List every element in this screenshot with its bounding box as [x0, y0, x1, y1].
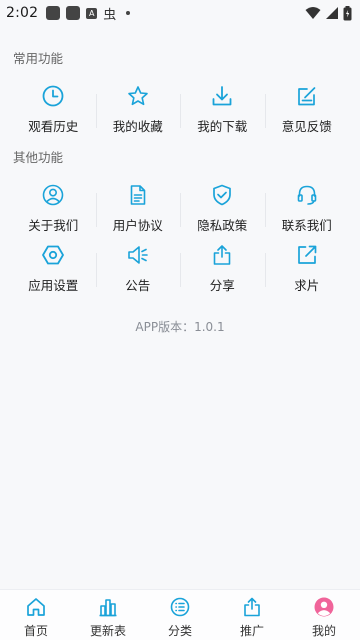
app-notification-icon — [46, 6, 61, 20]
font-notification-icon: A — [86, 7, 98, 19]
notification-icons: A 虫 — [46, 4, 131, 23]
menu-item-label: 应用设置 — [28, 278, 79, 293]
download-icon — [210, 84, 234, 108]
tab-home[interactable]: 首页 — [0, 590, 72, 640]
status-bar: 2:02 A 虫 — [0, 0, 360, 26]
menu-item-downloads[interactable]: 我的下载 — [180, 82, 265, 144]
menu-item-about-us[interactable]: 关于我们 — [11, 181, 96, 243]
menu-item-label: 用户协议 — [112, 218, 163, 233]
tab-label: 我的 — [311, 624, 336, 638]
menu-item-privacy-policy[interactable]: 隐私政策 — [180, 181, 265, 243]
other-functions-row-1: 关于我们 用户协议 隐私政策 联系我们 — [11, 181, 349, 243]
document-icon — [126, 183, 150, 207]
menu-item-request-movie[interactable]: 求片 — [264, 241, 350, 303]
tab-mine[interactable]: 我的 — [288, 590, 360, 640]
menu-item-user-agreement[interactable]: 用户协议 — [95, 181, 181, 243]
menu-item-label: 我的下载 — [197, 119, 248, 134]
menu-item-feedback[interactable]: 意见反馈 — [264, 82, 350, 144]
chart-icon — [97, 596, 119, 618]
menu-item-label: 观看历史 — [28, 119, 79, 134]
wifi-icon — [305, 7, 321, 19]
hexagon-settings-icon — [41, 243, 65, 267]
bottom-tab-bar: 首页 更新表 分类 推广 我的 — [0, 589, 360, 640]
tab-category[interactable]: 分类 — [144, 590, 216, 640]
menu-item-label: 联系我们 — [281, 218, 332, 233]
shield-check-icon — [210, 183, 234, 207]
share-up-icon — [241, 596, 263, 618]
tab-label: 分类 — [167, 624, 192, 638]
battery-icon — [343, 5, 352, 20]
external-link-icon — [295, 243, 319, 267]
menu-item-label: 关于我们 — [28, 218, 79, 233]
app-notification-icon — [66, 6, 81, 20]
menu-item-label: 分享 — [209, 278, 235, 293]
more-notifications-dot — [126, 11, 131, 15]
tab-label: 更新表 — [89, 624, 126, 638]
speaker-icon — [126, 243, 150, 267]
menu-item-watch-history[interactable]: 观看历史 — [11, 82, 96, 144]
avatar-icon — [313, 596, 335, 618]
common-functions-row: 观看历史 我的收藏 我的下载 意见反馈 — [11, 82, 349, 144]
menu-item-announcement[interactable]: 公告 — [95, 241, 181, 303]
tab-label: 推广 — [239, 624, 264, 638]
share-icon — [210, 243, 234, 267]
menu-item-contact-us[interactable]: 联系我们 — [264, 181, 350, 243]
star-icon — [126, 84, 150, 108]
menu-item-favorites[interactable]: 我的收藏 — [95, 82, 181, 144]
edit-icon — [295, 84, 319, 108]
status-time: 2:02 — [6, 5, 39, 21]
tab-promotion[interactable]: 推广 — [216, 590, 288, 640]
menu-item-label: 求片 — [294, 278, 320, 293]
user-icon — [41, 183, 65, 207]
tab-update-schedule[interactable]: 更新表 — [72, 590, 144, 640]
clock-icon — [41, 84, 65, 108]
section-title-other: 其他功能 — [13, 150, 64, 165]
category-icon — [169, 596, 191, 618]
app-version: APP版本：1.0.1 — [135, 320, 225, 334]
section-title-common: 常用功能 — [13, 51, 64, 66]
home-icon — [25, 596, 47, 618]
menu-item-label: 意见反馈 — [281, 119, 332, 134]
menu-item-app-settings[interactable]: 应用设置 — [11, 241, 96, 303]
menu-item-label: 我的收藏 — [112, 119, 163, 134]
tab-label: 首页 — [23, 624, 48, 638]
signal-icon — [326, 7, 338, 19]
menu-item-label: 公告 — [125, 278, 151, 293]
menu-item-label: 隐私政策 — [197, 218, 248, 233]
headset-icon — [295, 183, 319, 207]
other-functions-row-2: 应用设置 公告 分享 求片 — [11, 241, 349, 303]
bug-notification-icon: 虫 — [103, 7, 117, 23]
system-icons — [305, 5, 352, 21]
menu-item-share[interactable]: 分享 — [180, 241, 265, 303]
